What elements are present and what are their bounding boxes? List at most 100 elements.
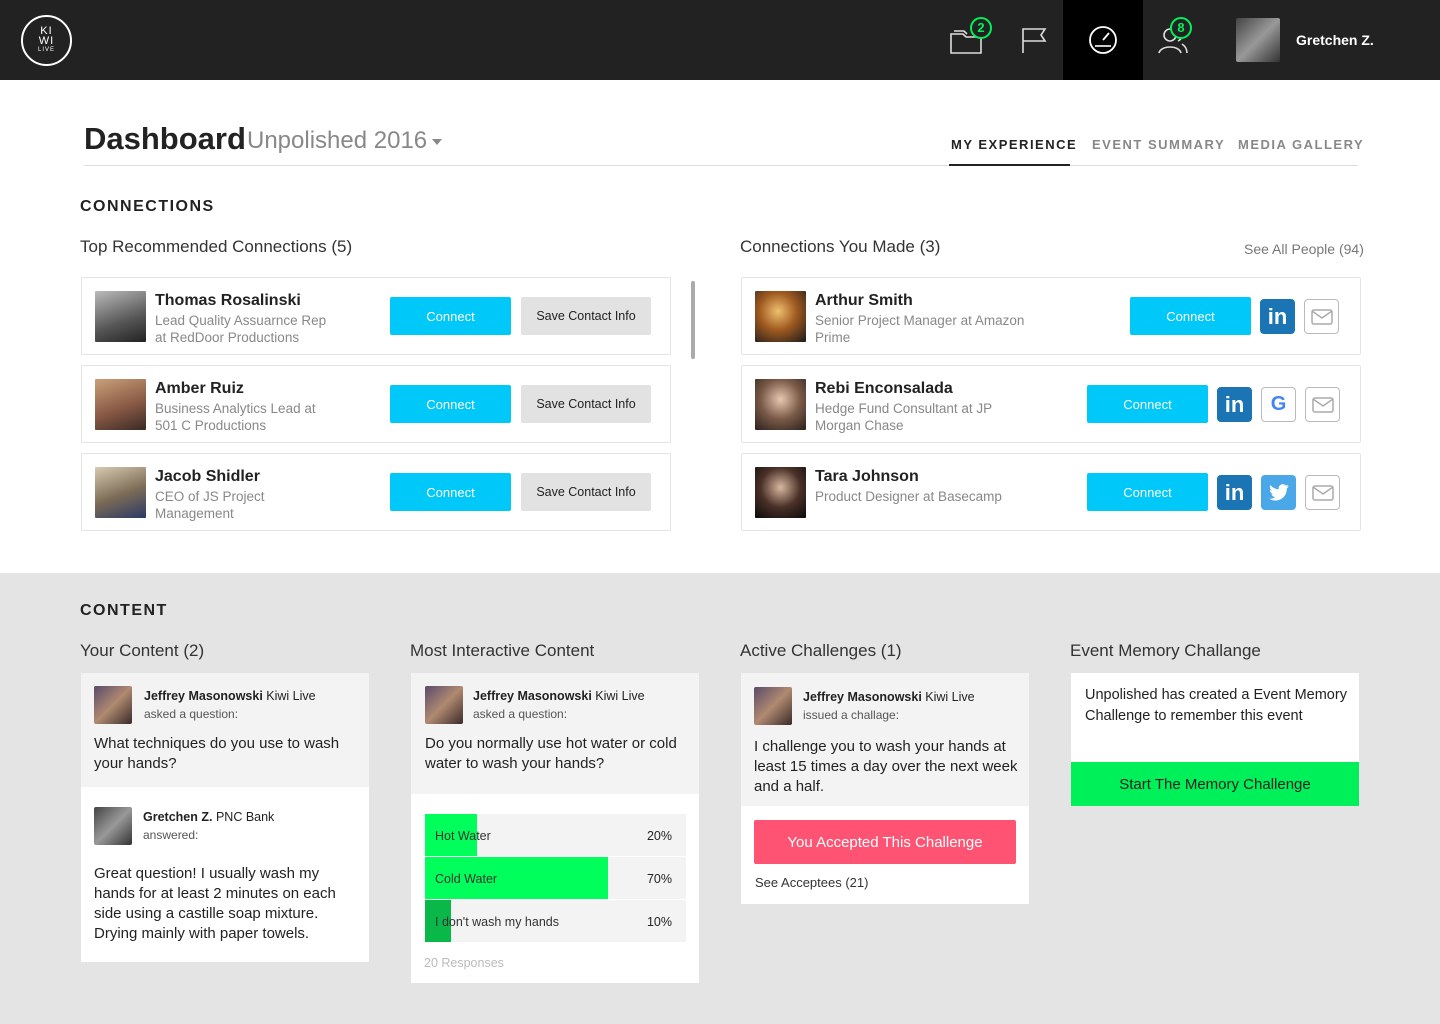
memory-title: Event Memory Challange — [1070, 641, 1261, 660]
made-title: Connections You Made (3) — [740, 237, 941, 256]
connect-button[interactable]: Connect — [390, 473, 511, 511]
avatar — [755, 467, 806, 518]
poll-label: I don't wash my hands — [435, 915, 559, 929]
tab-my-experience[interactable]: MY EXPERIENCE — [951, 137, 1077, 152]
nav-dashboard[interactable] — [1063, 0, 1143, 80]
avatar — [94, 807, 132, 845]
author-line: Jeffrey Masonowski Kiwi Live — [473, 689, 645, 703]
avatar — [754, 687, 792, 725]
avatar — [94, 686, 132, 724]
poll-option[interactable]: I don't wash my hands 10% — [425, 900, 686, 942]
contact-desc: Hedge Fund Consultant at JP Morgan Chase — [815, 401, 993, 433]
recommended-card: Thomas Rosalinski Lead Quality Assuarnce… — [81, 277, 671, 355]
poll-label: Cold Water — [435, 872, 498, 886]
memory-text: Unpolished has created a Event Memory Ch… — [1085, 687, 1347, 724]
author-line: Jeffrey Masonowski Kiwi Live — [144, 689, 316, 703]
save-contact-button[interactable]: Save Contact Info — [521, 297, 651, 335]
author-verb: issued a challage: — [803, 708, 900, 722]
contact-name: Rebi Enconsalada — [815, 380, 953, 397]
contact-name: Tara Johnson — [815, 468, 919, 485]
connect-button[interactable]: Connect — [390, 385, 511, 423]
user-avatar — [1236, 18, 1280, 62]
your-content-title: Your Content (2) — [80, 641, 205, 660]
answer-text: Great question! I usually wash my hands … — [94, 865, 336, 942]
active-tab-indicator — [949, 164, 1070, 166]
contact-desc: Senior Project Manager at Amazon Prime — [815, 313, 1025, 345]
avatar — [95, 467, 146, 518]
accepted-challenge-button[interactable]: You Accepted This Challenge — [754, 820, 1016, 864]
interactive-title: Most Interactive Content — [410, 641, 595, 660]
people-badge: 8 — [1170, 17, 1192, 39]
contact-desc: Product Designer at Basecamp — [815, 489, 1002, 504]
avatar — [755, 379, 806, 430]
author-verb: asked a question: — [473, 707, 568, 721]
user-name: Gretchen Z. — [1296, 32, 1374, 48]
linkedin-icon[interactable]: in — [1260, 299, 1295, 334]
question-text: Do you normally use hot water or cold wa… — [425, 735, 677, 772]
save-contact-button[interactable]: Save Contact Info — [521, 473, 651, 511]
speedometer-icon — [1089, 26, 1117, 54]
content-heading: CONTENT — [80, 602, 168, 619]
made-card: Arthur Smith Senior Project Manager at A… — [741, 277, 1361, 355]
nav-flag[interactable] — [994, 0, 1074, 80]
save-contact-button[interactable]: Save Contact Info — [521, 385, 651, 423]
header-divider — [84, 165, 1358, 166]
recommended-card: Amber Ruiz Business Analytics Lead at 501… — [81, 365, 671, 443]
kiwi-live-logo[interactable]: KI WI LIVE — [21, 15, 72, 66]
challenges-title: Active Challenges (1) — [740, 641, 902, 660]
contact-name: Jacob Shidler — [155, 468, 260, 485]
recommended-card: Jacob Shidler CEO of JS Project Managemen… — [81, 453, 671, 531]
recommended-title: Top Recommended Connections (5) — [80, 237, 353, 256]
answer-verb: answered: — [143, 828, 199, 842]
linkedin-icon[interactable]: in — [1217, 475, 1252, 510]
chevron-down-icon[interactable] — [432, 139, 442, 145]
contact-desc: Lead Quality Assuarnce Rep at RedDoor Pro… — [155, 313, 327, 345]
contact-desc: Business Analytics Lead at 501 C Producti… — [155, 401, 316, 433]
contact-desc: CEO of JS Project Management — [155, 489, 265, 521]
challenge-text: I challenge you to wash your hands at le… — [754, 738, 1018, 795]
see-all-people-link[interactable]: See All People (94) — [1244, 241, 1364, 257]
top-bar: KI WI LIVE 2 8 Gretchen Z. — [0, 0, 1440, 80]
avatar — [425, 686, 463, 724]
user-menu[interactable]: Gretchen Z. — [1236, 18, 1374, 62]
poll-percent: 20% — [646, 829, 672, 843]
page-title: Dashboard — [84, 121, 246, 156]
avatar — [95, 379, 146, 430]
answer-author-line: Gretchen Z. PNC Bank — [143, 810, 275, 824]
mail-icon[interactable] — [1305, 475, 1340, 510]
connect-button[interactable]: Connect — [1087, 473, 1208, 511]
contact-name: Amber Ruiz — [155, 380, 244, 397]
nav-people[interactable]: 8 — [1133, 0, 1213, 80]
logo-text-3: LIVE — [37, 47, 55, 53]
connect-button[interactable]: Connect — [1130, 297, 1251, 335]
mail-icon[interactable] — [1305, 387, 1340, 422]
author-line: Jeffrey Masonowski Kiwi Live — [803, 690, 975, 704]
see-acceptees-link[interactable]: See Acceptees (21) — [755, 875, 868, 890]
event-selector[interactable]: Unpolished 2016 — [247, 127, 427, 155]
logo-text-2: WI — [38, 35, 55, 47]
poll-percent: 70% — [646, 872, 672, 886]
author-verb: asked a question: — [144, 707, 239, 721]
google-icon[interactable]: G — [1261, 387, 1296, 422]
made-card: Tara Johnson Product Designer at Basecam… — [741, 453, 1361, 531]
poll-option[interactable]: Cold Water 70% — [425, 857, 686, 899]
poll-option[interactable]: Hot Water 20% — [425, 814, 686, 856]
avatar — [755, 291, 806, 342]
flag-icon — [1022, 28, 1047, 53]
connect-button[interactable]: Connect — [1087, 385, 1208, 423]
twitter-icon[interactable] — [1261, 475, 1296, 510]
tab-media-gallery[interactable]: MEDIA GALLERY — [1238, 137, 1364, 152]
connections-heading: CONNECTIONS — [80, 198, 215, 215]
connect-button[interactable]: Connect — [390, 297, 511, 335]
responses-count: 20 Responses — [424, 956, 504, 970]
scrollbar[interactable] — [691, 281, 695, 359]
contact-name: Arthur Smith — [815, 292, 913, 309]
poll-percent: 10% — [646, 915, 672, 929]
linkedin-icon[interactable]: in — [1217, 387, 1252, 422]
poll-label: Hot Water — [435, 829, 491, 843]
mail-icon[interactable] — [1304, 299, 1339, 334]
avatar — [95, 291, 146, 342]
question-text: What techniques do you use to wash your … — [94, 735, 340, 772]
tab-event-summary[interactable]: EVENT SUMMARY — [1092, 137, 1225, 152]
start-memory-challenge-button[interactable]: Start The Memory Challenge — [1071, 762, 1359, 806]
